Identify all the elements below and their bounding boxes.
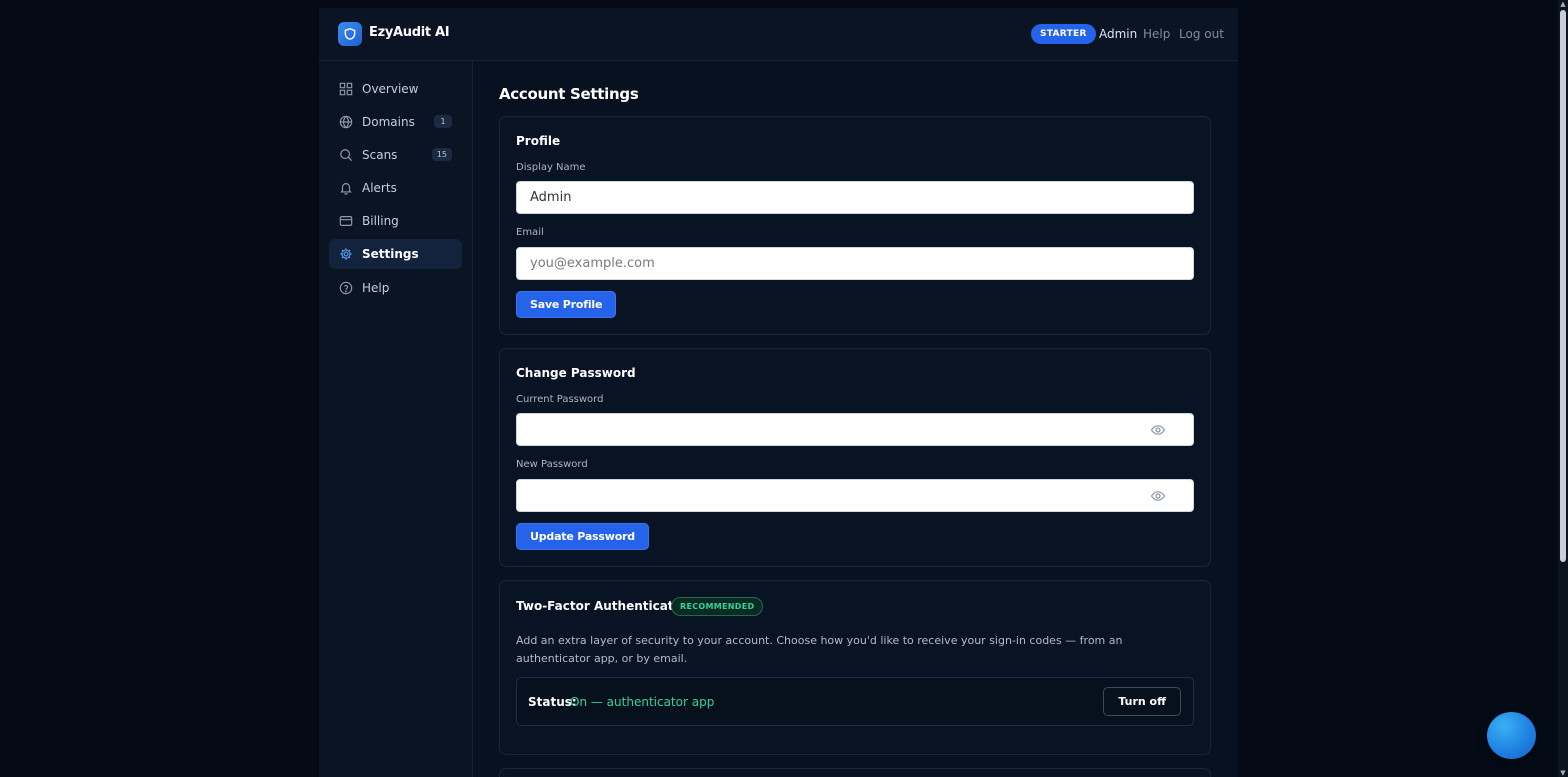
sidebar-item-label: Overview <box>362 82 419 96</box>
shield-icon <box>338 22 362 46</box>
domains-count-badge: 1 <box>434 115 452 128</box>
admin-link[interactable]: Admin <box>1099 27 1137 41</box>
sidebar-item-scans[interactable]: Scans 15 <box>329 140 462 170</box>
email-input[interactable] <box>516 247 1194 280</box>
scroll-up-arrow[interactable]: ▲ <box>1559 0 1567 8</box>
recommended-badge: RECOMMENDED <box>671 597 764 616</box>
search-icon <box>340 149 353 162</box>
page-title: Account Settings <box>499 85 639 103</box>
main-content: Account Settings Profile Display Name Em… <box>474 61 1238 777</box>
email-label: Email <box>516 227 544 238</box>
eye-icon[interactable] <box>1150 422 1166 438</box>
logout-link[interactable]: Log out <box>1179 27 1224 41</box>
help-circle-icon <box>339 281 353 295</box>
plan-badge: STARTER <box>1031 24 1096 44</box>
top-bar: EzyAudit AI STARTER Admin Help Log out <box>319 8 1238 61</box>
profile-card: Profile Display Name Email Save Profile <box>499 116 1211 335</box>
save-profile-button[interactable]: Save Profile <box>516 291 617 318</box>
scrollbar-thumb[interactable] <box>1560 10 1566 562</box>
sidebar-item-label: Alerts <box>362 181 397 195</box>
sidebar-item-label: Settings <box>362 247 419 261</box>
sidebar-item-domains[interactable]: Domains 1 <box>329 107 462 137</box>
sidebar-item-label: Domains <box>362 115 415 129</box>
two-factor-description: Add an extra layer of security to your a… <box>516 634 1123 665</box>
eye-icon[interactable] <box>1150 488 1166 504</box>
help-link[interactable]: Help <box>1143 27 1170 41</box>
scans-count-badge: 15 <box>431 148 452 161</box>
new-password-input[interactable] <box>516 479 1194 512</box>
sidebar-item-alerts[interactable]: Alerts <box>329 173 462 203</box>
sidebar-item-settings[interactable]: Settings <box>329 239 462 269</box>
sidebar-item-overview[interactable]: Overview <box>329 74 462 104</box>
display-name-label: Display Name <box>516 162 586 173</box>
next-settings-card <box>499 768 1211 777</box>
sidebar: Overview Domains 1 Scans 15 Alerts Billi… <box>319 61 473 777</box>
update-password-button[interactable]: Update Password <box>516 523 649 550</box>
new-password-label: New Password <box>516 459 588 470</box>
two-factor-status-box: Status: On — authenticator app Turn off <box>516 677 1194 726</box>
bell-icon <box>340 183 352 195</box>
sidebar-item-label: Scans <box>362 148 398 162</box>
current-password-input[interactable] <box>516 413 1194 446</box>
current-password-label: Current Password <box>516 394 604 405</box>
sidebar-item-label: Help <box>362 281 390 295</box>
sidebar-item-help[interactable]: Help <box>329 273 462 303</box>
profile-title: Profile <box>516 134 561 148</box>
chat-bubble-icon[interactable] <box>1487 712 1536 759</box>
gear-icon <box>340 248 352 260</box>
status-value: On — authenticator app <box>570 695 715 709</box>
turn-off-button[interactable]: Turn off <box>1103 687 1181 716</box>
change-password-card: Change Password Current Password New Pas… <box>499 348 1211 567</box>
page-scrollbar[interactable]: ▲ ▼ <box>1558 0 1568 777</box>
globe-icon <box>339 115 353 129</box>
grid-icon <box>339 82 353 96</box>
brand-name[interactable]: EzyAudit AI <box>369 25 450 40</box>
display-name-input[interactable] <box>516 181 1194 214</box>
two-factor-title: Two-Factor Authentication <box>516 599 695 613</box>
change-password-title: Change Password <box>516 366 636 380</box>
credit-card-icon <box>339 216 353 226</box>
sidebar-item-billing[interactable]: Billing <box>329 206 462 236</box>
two-factor-card: Two-Factor Authentication RECOMMENDED Ad… <box>499 580 1211 755</box>
app-window: EzyAudit AI STARTER Admin Help Log out O… <box>319 8 1238 777</box>
sidebar-item-label: Billing <box>362 214 399 228</box>
scroll-down-arrow[interactable]: ▼ <box>1559 769 1567 777</box>
